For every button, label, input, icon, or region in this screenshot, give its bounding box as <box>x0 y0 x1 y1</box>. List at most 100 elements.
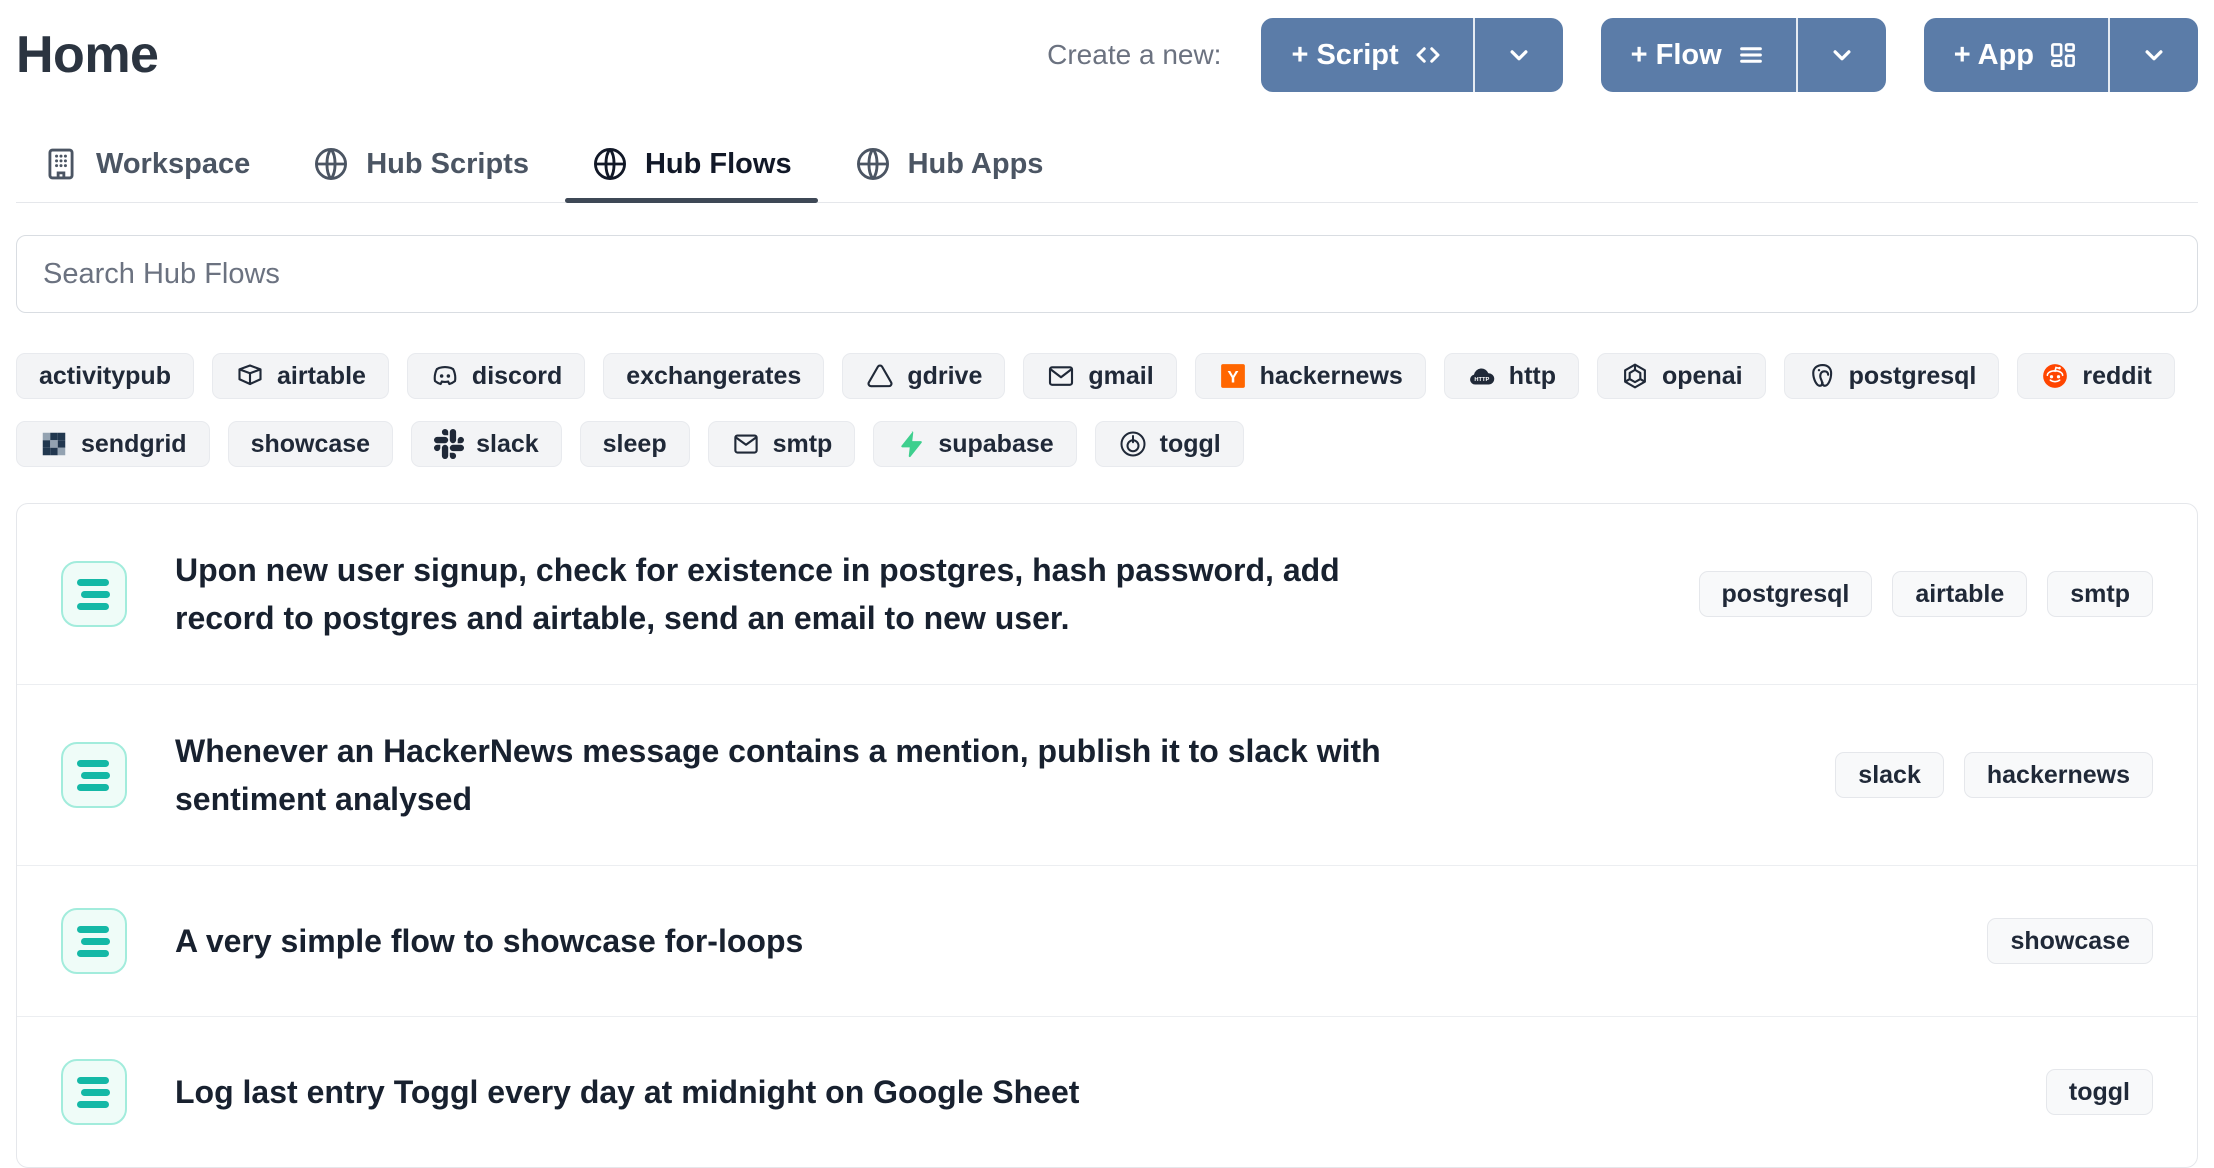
supabase-icon <box>896 429 926 459</box>
create-script-button[interactable]: + Script <box>1261 18 1472 92</box>
filter-chip-label: showcase <box>251 430 371 459</box>
filter-chip-label: gdrive <box>907 362 982 391</box>
flow-tags: showcase <box>1987 918 2153 964</box>
filter-chip-label: sendgrid <box>81 430 187 459</box>
flow-list-item[interactable]: Upon new user signup, check for existenc… <box>17 504 2197 684</box>
flow-tag-toggl[interactable]: toggl <box>2046 1069 2153 1115</box>
grid-icon <box>2048 40 2078 70</box>
flow-tag-airtable[interactable]: airtable <box>1892 571 2027 617</box>
page-title: Home <box>16 25 158 85</box>
filter-chip-smtp[interactable]: smtp <box>708 421 856 467</box>
filter-chip-exchangerates[interactable]: exchangerates <box>603 353 824 399</box>
code-icon <box>1413 40 1443 70</box>
filter-chip-airtable[interactable]: airtable <box>212 353 389 399</box>
create-app-split-button: + App <box>1924 18 2198 92</box>
create-app-dropdown-button[interactable] <box>2110 18 2198 92</box>
flow-tag-slack[interactable]: slack <box>1835 752 1944 798</box>
menu-icon <box>1736 40 1766 70</box>
filter-chip-label: exchangerates <box>626 362 801 391</box>
flow-list-item[interactable]: Log last entry Toggl every day at midnig… <box>17 1016 2197 1167</box>
flow-icon <box>61 908 127 974</box>
tab-hub-scripts[interactable]: Hub Scripts <box>286 126 555 202</box>
filter-chip-label: gmail <box>1088 362 1153 391</box>
filter-chip-label: postgresql <box>1849 362 1977 391</box>
postgresql-icon <box>1807 361 1837 391</box>
create-flow-dropdown-button[interactable] <box>1798 18 1886 92</box>
flow-list-item[interactable]: A very simple flow to showcase for-loops… <box>17 865 2197 1016</box>
airtable-icon <box>235 361 265 391</box>
filter-chip-list: activitypub airtable discord exchangerates g… <box>16 353 2198 467</box>
chevron-down-icon <box>1504 40 1534 70</box>
svg-text:HTTP: HTTP <box>1474 377 1489 383</box>
filter-chip-showcase[interactable]: showcase <box>228 421 394 467</box>
create-buttons: + Script + Flow + App <box>1261 18 2198 92</box>
search-input[interactable] <box>16 235 2198 313</box>
tab-label: Hub Apps <box>908 148 1044 181</box>
filter-chip-sleep[interactable]: sleep <box>580 421 690 467</box>
create-app-label: + App <box>1954 39 2034 72</box>
slack-icon <box>434 429 464 459</box>
create-script-dropdown-button[interactable] <box>1475 18 1563 92</box>
flow-tags: toggl <box>2046 1069 2153 1115</box>
create-script-split-button: + Script <box>1261 18 1562 92</box>
filter-chip-gmail[interactable]: gmail <box>1023 353 1176 399</box>
filter-chip-supabase[interactable]: supabase <box>873 421 1076 467</box>
chevron-down-icon <box>1827 40 1857 70</box>
tab-bar: Workspace Hub Scripts Hub Flows Hub Apps <box>16 126 2198 203</box>
flow-title: Whenever an HackerNews message contains … <box>175 727 1425 823</box>
discord-icon <box>430 361 460 391</box>
flow-icon <box>61 742 127 808</box>
create-flow-button[interactable]: + Flow <box>1601 18 1796 92</box>
filter-chip-postgresql[interactable]: postgresql <box>1784 353 2000 399</box>
reddit-icon <box>2040 361 2070 391</box>
flow-title: Log last entry Toggl every day at midnig… <box>175 1068 1079 1116</box>
flow-tag-postgresql[interactable]: postgresql <box>1699 571 1873 617</box>
tab-hub-flows[interactable]: Hub Flows <box>565 126 818 202</box>
tab-label: Hub Scripts <box>366 148 529 181</box>
filter-chip-toggl[interactable]: toggl <box>1095 421 1244 467</box>
gmail-icon <box>1046 361 1076 391</box>
create-flow-split-button: + Flow <box>1601 18 1886 92</box>
filter-chip-slack[interactable]: slack <box>411 421 562 467</box>
filter-chip-http[interactable]: HTTP http <box>1444 353 1579 399</box>
flow-list-item[interactable]: Whenever an HackerNews message contains … <box>17 684 2197 865</box>
filter-chip-label: hackernews <box>1260 362 1403 391</box>
tab-label: Hub Flows <box>645 148 792 181</box>
flow-list: Upon new user signup, check for existenc… <box>16 503 2198 1168</box>
tab-hub-apps[interactable]: Hub Apps <box>828 126 1070 202</box>
flow-icon <box>61 1059 127 1125</box>
filter-chip-sendgrid[interactable]: sendgrid <box>16 421 210 467</box>
search-wrap <box>16 235 2198 313</box>
tab-label: Workspace <box>96 148 250 181</box>
header-actions: Create a new: + Script + Flow + App <box>1047 18 2198 92</box>
flow-tags: slack hackernews <box>1835 752 2153 798</box>
filter-chip-reddit[interactable]: reddit <box>2017 353 2174 399</box>
flow-tag-showcase[interactable]: showcase <box>1987 918 2153 964</box>
hackernews-icon: Y <box>1218 361 1248 391</box>
filter-chip-label: discord <box>472 362 562 391</box>
filter-chip-hackernews[interactable]: Yhackernews <box>1195 353 1426 399</box>
filter-chip-discord[interactable]: discord <box>407 353 585 399</box>
globe-icon <box>591 145 629 183</box>
create-flow-label: + Flow <box>1631 39 1722 72</box>
filter-chip-label: sleep <box>603 430 667 459</box>
sendgrid-icon <box>39 429 69 459</box>
tab-workspace[interactable]: Workspace <box>16 126 276 202</box>
building-icon <box>42 145 80 183</box>
flow-tag-smtp[interactable]: smtp <box>2047 571 2153 617</box>
filter-chip-label: http <box>1509 362 1556 391</box>
svg-text:Y: Y <box>1227 368 1238 387</box>
gdrive-icon <box>865 361 895 391</box>
create-new-label: Create a new: <box>1047 39 1221 71</box>
flow-title: Upon new user signup, check for existenc… <box>175 546 1425 642</box>
flow-tag-hackernews[interactable]: hackernews <box>1964 752 2153 798</box>
globe-icon <box>312 145 350 183</box>
filter-chip-activitypub[interactable]: activitypub <box>16 353 194 399</box>
create-app-button[interactable]: + App <box>1924 18 2108 92</box>
filter-chip-label: openai <box>1662 362 1743 391</box>
filter-chip-gdrive[interactable]: gdrive <box>842 353 1005 399</box>
globe-icon <box>854 145 892 183</box>
filter-chip-openai[interactable]: openai <box>1597 353 1766 399</box>
filter-chip-label: slack <box>476 430 539 459</box>
filter-chip-label: airtable <box>277 362 366 391</box>
